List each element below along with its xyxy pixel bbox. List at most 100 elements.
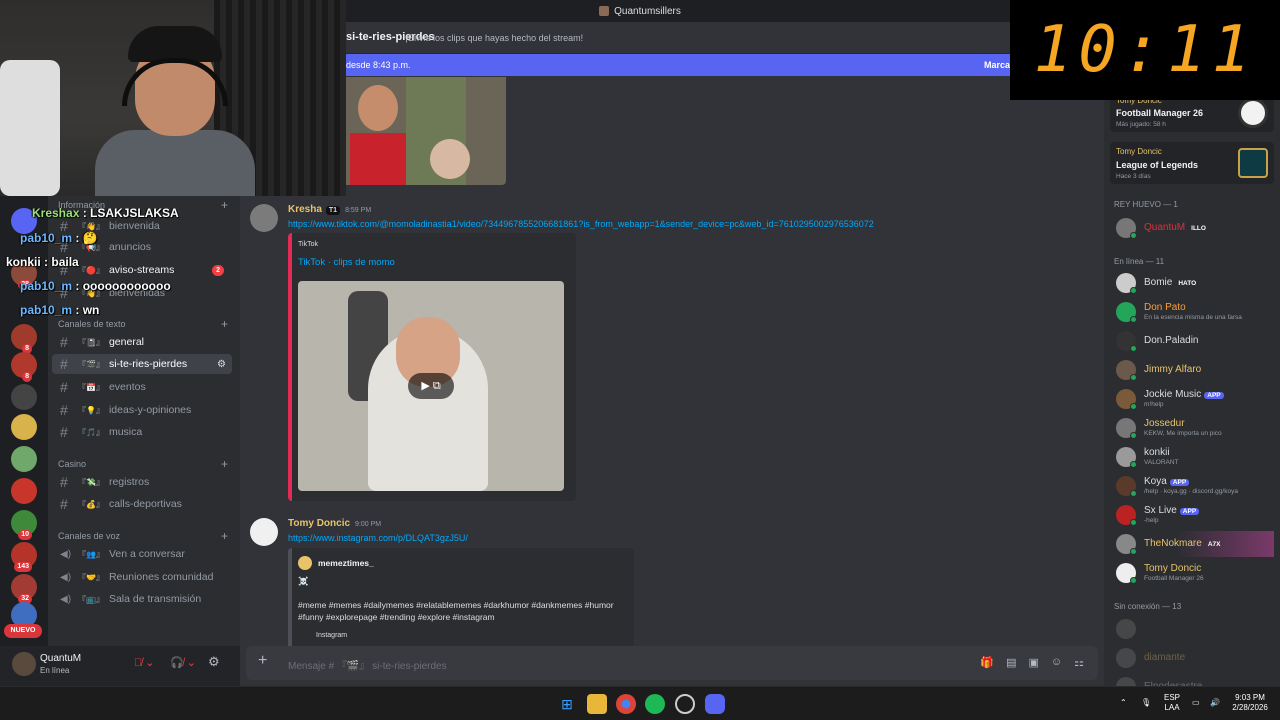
composer-placeholder[interactable]: Mensaje # 『🎬』 si-te-ries-pierdes (288, 657, 447, 672)
sticker-icon[interactable]: ▣ (1028, 656, 1038, 669)
activity-sub: Más jugado: 58 h (1116, 121, 1166, 128)
group-offline: Sin conexión — 13 (1114, 602, 1182, 611)
message-link[interactable]: https://www.instagram.com/p/DLQAT3gzJ5U/ (288, 533, 468, 543)
channel-eventos[interactable]: # 『📅』 eventos (52, 377, 232, 397)
server-badge: 8 (22, 372, 32, 382)
server-icon (599, 6, 610, 16)
tray-chevron-icon[interactable]: ⌃ (1120, 698, 1127, 708)
channel-emoji: 『👥』 (78, 549, 104, 559)
add-attachment-icon[interactable]: + (258, 652, 267, 670)
gift-icon[interactable]: 🎁 (980, 656, 994, 669)
member[interactable]: Elnodesastre (1110, 674, 1274, 686)
channel-settings-icon[interactable]: ⚙ (217, 359, 226, 370)
server-icon[interactable]: 143 (11, 542, 37, 572)
member[interactable]: Jossedur KEKW, Me importa un pico (1110, 415, 1274, 441)
embed-video[interactable]: ▶ ⧉ (298, 281, 564, 491)
online-status-icon (1130, 548, 1137, 555)
voice-channel-ven-a-conversar[interactable]: ◀) 『👥』 Ven a conversar (52, 544, 232, 564)
apps-icon[interactable]: ⚏ (1074, 656, 1084, 669)
add-channel-icon[interactable]: + (221, 529, 228, 543)
channel-si-te-ries-pierdes[interactable]: # 『🎬』 si-te-ries-pierdes ⚙ (52, 354, 232, 374)
category-casino[interactable]: Casino (58, 459, 86, 469)
member[interactable]: Sx Live APP -help (1110, 502, 1274, 528)
mic-muted-icon[interactable]: 🎙̸ ⌄ (134, 656, 155, 669)
user-name[interactable]: QuantuM (40, 653, 81, 664)
add-channel-icon[interactable]: + (221, 317, 228, 331)
member-tag: APP (1204, 392, 1224, 399)
server-icon[interactable] (11, 414, 37, 440)
server-icon[interactable]: 8 (11, 352, 37, 382)
member[interactable]: Jockie Music APP m!help (1110, 386, 1274, 412)
voice-channel-sala-transmision[interactable]: ◀) 『📺』 Sala de transmisión (52, 589, 232, 609)
gif-icon[interactable]: ▤ (1006, 656, 1016, 669)
spotify-icon[interactable] (645, 694, 665, 714)
member-name: Jimmy Alfaro (1144, 364, 1201, 375)
server-icon[interactable] (11, 446, 37, 472)
speaker-icon: ◀) (60, 571, 72, 583)
monitor-icon[interactable]: ▭ (1192, 698, 1200, 708)
headphones-muted-icon[interactable]: 🎧̸ ⌄ (170, 656, 196, 669)
channel-aviso-streams[interactable]: # 『🔴』 aviso-streams 2 (52, 260, 232, 280)
new-badge[interactable]: NUEVO (4, 624, 42, 638)
member-list: Tomy Doncic Football Manager 26 Más juga… (1104, 22, 1280, 686)
channel-general[interactable]: # 『📓』 general (52, 332, 232, 352)
obs-icon[interactable] (675, 694, 695, 714)
avatar[interactable] (12, 652, 36, 676)
clock-date[interactable]: 9:03 PM 2/28/2026 (1228, 693, 1272, 713)
embed-author[interactable]: memeztimes_ (318, 558, 374, 568)
volume-icon[interactable]: 🔊 (1210, 698, 1220, 708)
server-icon[interactable] (11, 478, 37, 504)
add-channel-icon[interactable]: + (221, 198, 228, 212)
server-badge: 143 (14, 562, 32, 572)
windows-start-icon[interactable]: ⊞ (557, 694, 577, 714)
member[interactable]: konkii VALORANT (1110, 444, 1274, 470)
member[interactable]: Tomy Doncic Football Manager 26 (1110, 560, 1274, 586)
member[interactable]: QuantuM ILLO (1110, 215, 1274, 241)
message-composer[interactable]: + Mensaje # 『🎬』 si-te-ries-pierdes 🎁 ▤ ▣… (246, 646, 1098, 680)
server-icon[interactable] (11, 384, 37, 410)
member[interactable]: Bomie HATO (1110, 270, 1274, 296)
attachment-image[interactable] (346, 77, 506, 185)
emoji-icon[interactable]: ☺ (1051, 656, 1062, 669)
author-name[interactable]: Tomy Doncic (288, 518, 350, 529)
microphone-icon[interactable]: 🎙 (1141, 698, 1151, 708)
member[interactable]: diamante (1110, 645, 1274, 671)
play-icon[interactable]: ▶ ⧉ (408, 373, 454, 399)
server-icon[interactable]: 8 (11, 324, 37, 354)
add-channel-icon[interactable]: + (221, 457, 228, 471)
channel-topic[interactable]: ¡Envia los clips que hayas hecho del str… (405, 33, 583, 43)
channel-label: si-te-ries-pierdes (108, 358, 188, 370)
embed-title[interactable]: TikTok · clips de momo (298, 257, 395, 268)
activity-card[interactable]: Tomy Doncic League of Legends Hace 3 día… (1110, 142, 1274, 184)
gear-icon[interactable]: ⚙ (208, 654, 220, 670)
channel-registros[interactable]: # 『💸』 registros (52, 472, 232, 492)
member[interactable] (1110, 616, 1274, 642)
member[interactable]: Don Pato En la esencia misma de una farsa (1110, 299, 1274, 325)
server-icon[interactable]: 10 (11, 510, 37, 540)
author-avatar[interactable] (250, 518, 278, 546)
author-avatar[interactable] (250, 204, 278, 232)
new-messages-bar[interactable]: desde 8:43 p.m. Marca (346, 54, 1010, 76)
member[interactable]: Koya APP/help · koya.gg · discord.gg/koya (1110, 473, 1274, 499)
server-icon[interactable]: 32 (11, 574, 37, 604)
author-name[interactable]: Kresha (288, 204, 322, 215)
message-link[interactable]: https://www.tiktok.com/@momoladinastia1/… (288, 219, 874, 229)
member[interactable]: Don.Paladin (1110, 328, 1274, 354)
file-explorer-icon[interactable] (587, 694, 607, 714)
category-voice[interactable]: Canales de voz (58, 531, 120, 541)
tray-date: 2/28/2026 (1232, 703, 1268, 712)
member-name-text: QuantuM (1144, 222, 1186, 233)
channel-musica[interactable]: # 『🎵』 musica (52, 422, 232, 442)
channel-calls-deportivas[interactable]: # 『💰』 calls-deportivas (52, 494, 232, 514)
voice-channel-reuniones[interactable]: ◀) 『🤝』 Reuniones comunidad (52, 567, 232, 587)
member[interactable]: Jimmy Alfaro (1110, 357, 1274, 383)
member[interactable]: TheNokmare A7X (1110, 531, 1274, 557)
category-text[interactable]: Canales de texto (58, 319, 126, 329)
discord-icon[interactable] (705, 694, 725, 714)
streamer-cap (128, 26, 222, 62)
mark-read-button[interactable]: Marca (984, 54, 1010, 76)
channel-ideas-y-opiniones[interactable]: # 『💡』 ideas-y-opiniones (52, 400, 232, 420)
chrome-icon[interactable] (616, 694, 636, 714)
language-indicator[interactable]: ESP LAA (1164, 693, 1180, 713)
member-activity: KEKW, Me importa un pico (1144, 430, 1222, 437)
